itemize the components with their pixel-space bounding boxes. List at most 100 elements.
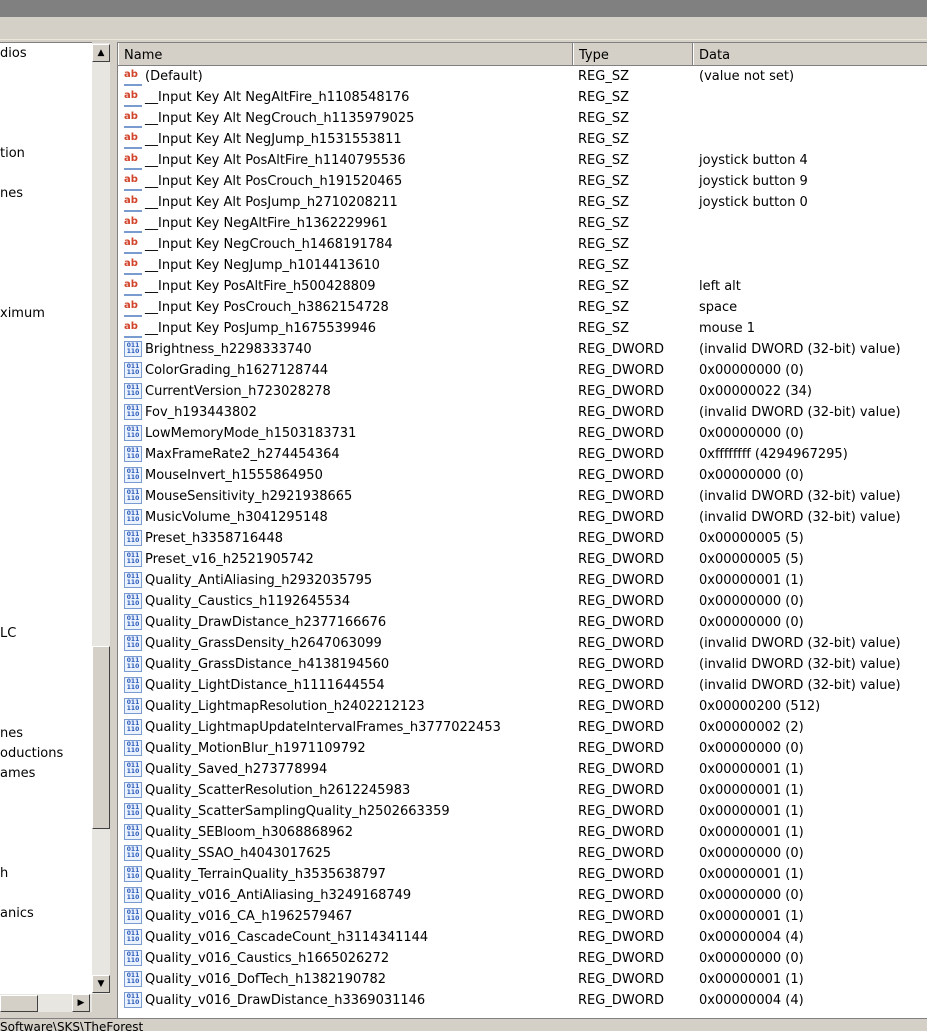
table-row[interactable]: 011 110 MaxFrameRate2_h274454364 REG_DWORD 0… [118, 444, 927, 465]
string-value-icon: ab [124, 278, 142, 296]
value-name: MouseSensitivity_h2921938665 [145, 489, 353, 504]
dword-value-icon: 011 110 [124, 950, 142, 966]
tree-item[interactable]: nes [0, 186, 23, 201]
table-row[interactable]: 011 110 Quality_AntiAliasing_h2932035795 RE… [118, 570, 927, 591]
tree-item[interactable]: ames [0, 766, 35, 781]
table-row[interactable]: 011 110 ColorGrading_h1627128744 REG_DWORD 0… [118, 360, 927, 381]
string-value-icon: ab [124, 215, 142, 233]
table-row[interactable]: ab __Input Key PosCrouch_h3862154728 REG_S… [118, 297, 927, 318]
table-row[interactable]: 011 110 Quality_Caustics_h1192645534 REG_DW… [118, 591, 927, 612]
column-header-name[interactable]: Name [118, 43, 573, 65]
scroll-right-arrow-icon[interactable]: ▶ [72, 994, 90, 1012]
table-row[interactable]: 011 110 Brightness_h2298333740 REG_DWORD (in… [118, 339, 927, 360]
dword-value-icon: 011 110 [124, 404, 142, 420]
value-name: Preset_h3358716448 [145, 531, 283, 546]
table-row[interactable]: ab __Input Key Alt PosAltFire_h1140795536… [118, 150, 927, 171]
value-name: Quality_v016_CascadeCount_h3114341144 [145, 930, 429, 945]
value-name: __Input Key NegCrouch_h1468191784 [145, 237, 393, 252]
table-row[interactable]: ab (Default) REG_SZ (value not set) [118, 66, 927, 87]
table-row[interactable]: 011 110 Quality_MotionBlur_h1971109792 REG_… [118, 738, 927, 759]
table-row[interactable]: ab __Input Key Alt PosJump_h2710208211 REG… [118, 192, 927, 213]
table-row[interactable]: 011 110 MouseInvert_h1555864950 REG_DWORD 0x… [118, 465, 927, 486]
table-row[interactable]: ab __Input Key Alt PosCrouch_h191520465 RE… [118, 171, 927, 192]
table-row[interactable]: 011 110 MusicVolume_h3041295148 REG_DWORD (i… [118, 507, 927, 528]
scroll-up-arrow-icon[interactable]: ▲ [92, 44, 110, 62]
table-row[interactable]: ab __Input Key NegAltFire_h1362229961 REG_… [118, 213, 927, 234]
tree-horizontal-scrollbar[interactable]: ▶ [0, 994, 92, 1012]
dword-value-icon: 011 110 [124, 593, 142, 609]
table-row[interactable]: ab __Input Key PosJump_h1675539946 REG_SZ m… [118, 318, 927, 339]
tree-item[interactable]: ximum [0, 306, 45, 321]
table-row[interactable]: 011 110 Quality_v016_DrawDistance_h3369031… [118, 990, 927, 1011]
table-row[interactable]: ab __Input Key Alt NegAltFire_h1108548176… [118, 87, 927, 108]
tree-item[interactable]: oductions [0, 746, 63, 761]
table-row[interactable]: 011 110 Quality_v016_CA_h1962579467 REG_DWO… [118, 906, 927, 927]
table-row[interactable]: 011 110 Quality_SEBloom_h3068868962 REG_DWO… [118, 822, 927, 843]
table-row[interactable]: 011 110 Quality_LightmapUpdateIntervalFram… [118, 717, 927, 738]
table-row[interactable]: ab __Input Key NegJump_h1014413610 REG_SZ [118, 255, 927, 276]
table-row[interactable]: 011 110 LowMemoryMode_h1503183731 REG_DWORD… [118, 423, 927, 444]
value-name: MaxFrameRate2_h274454364 [145, 447, 340, 462]
table-row[interactable]: 011 110 Quality_GrassDistance_h4138194560 R… [118, 654, 927, 675]
dword-value-icon: 011 110 [124, 383, 142, 399]
table-row[interactable]: 011 110 Preset_v16_h2521905742 REG_DWORD 0x0… [118, 549, 927, 570]
value-name: __Input Key NegAltFire_h1362229961 [145, 216, 388, 231]
tree-item[interactable]: anics [0, 906, 34, 921]
string-value-icon: ab [124, 173, 142, 191]
table-row[interactable]: ab __Input Key PosAltFire_h500428809 REG_S… [118, 276, 927, 297]
dword-value-icon: 011 110 [124, 530, 142, 546]
table-row[interactable]: 011 110 Preset_h3358716448 REG_DWORD 0x00000… [118, 528, 927, 549]
table-row[interactable]: 011 110 MouseSensitivity_h2921938665 REG_DW… [118, 486, 927, 507]
tree-hscroll-thumb[interactable] [0, 995, 38, 1012]
value-type: REG_SZ [578, 153, 629, 168]
value-type: REG_DWORD [578, 384, 664, 399]
column-header-data[interactable]: Data [693, 43, 927, 65]
table-row[interactable]: 011 110 Quality_LightDistance_h1111644554 R… [118, 675, 927, 696]
table-row[interactable]: 011 110 Quality_ScatterSamplingQuality_h25… [118, 801, 927, 822]
tree-item[interactable]: dios [0, 46, 27, 61]
tree-item[interactable]: tion [0, 146, 25, 161]
value-name: Quality_AntiAliasing_h2932035795 [145, 573, 373, 588]
value-data: (invalid DWORD (32-bit) value) [699, 489, 901, 504]
table-row[interactable]: 011 110 Quality_TerrainQuality_h3535638797… [118, 864, 927, 885]
key-tree[interactable]: dios tion nes ximum LC nes oductions ame… [0, 42, 92, 994]
dword-value-icon: 011 110 [124, 572, 142, 588]
table-row[interactable]: ab __Input Key NegCrouch_h1468191784 REG_S… [118, 234, 927, 255]
value-type: REG_DWORD [578, 447, 664, 462]
table-row[interactable]: 011 110 Quality_Saved_h273778994 REG_DWORD 0… [118, 759, 927, 780]
column-header-type[interactable]: Type [573, 43, 693, 65]
table-row[interactable]: ab __Input Key Alt NegCrouch_h1135979025 R… [118, 108, 927, 129]
tree-scroll-thumb[interactable] [92, 646, 110, 829]
value-name: __Input Key Alt PosCrouch_h191520465 [145, 174, 403, 189]
tree-item[interactable]: h [0, 866, 8, 881]
value-type: REG_DWORD [578, 846, 664, 861]
string-value-icon: ab [124, 299, 142, 317]
tree-item[interactable]: nes [0, 726, 23, 741]
tree-item[interactable]: LC [0, 626, 16, 641]
dword-value-icon: 011 110 [124, 782, 142, 798]
dword-value-icon: 011 110 [124, 740, 142, 756]
dword-value-icon: 011 110 [124, 341, 142, 357]
tree-vertical-scrollbar[interactable]: ▲ ▼ [92, 43, 110, 994]
table-row[interactable]: 011 110 CurrentVersion_h723028278 REG_DWORD… [118, 381, 927, 402]
table-row[interactable]: 011 110 Quality_SSAO_h4043017625 REG_DWORD 0… [118, 843, 927, 864]
table-row[interactable]: 011 110 Quality_v016_DofTech_h1382190782 RE… [118, 969, 927, 990]
dword-value-icon: 011 110 [124, 803, 142, 819]
dword-value-icon: 011 110 [124, 656, 142, 672]
table-row[interactable]: 011 110 Quality_v016_Caustics_h1665026272 R… [118, 948, 927, 969]
string-value-icon: ab [124, 320, 142, 338]
dword-value-icon: 011 110 [124, 761, 142, 777]
table-row[interactable]: 011 110 Quality_v016_AntiAliasing_h3249168… [118, 885, 927, 906]
value-type: REG_SZ [578, 237, 629, 252]
table-row[interactable]: 011 110 Quality_GrassDensity_h2647063099 RE… [118, 633, 927, 654]
table-row[interactable]: 011 110 Quality_ScatterResolution_h2612245… [118, 780, 927, 801]
table-row[interactable]: 011 110 Quality_v016_CascadeCount_h3114341… [118, 927, 927, 948]
scroll-down-arrow-icon[interactable]: ▼ [92, 975, 110, 993]
value-type: REG_DWORD [578, 867, 664, 882]
table-row[interactable]: 011 110 Quality_DrawDistance_h2377166676 RE… [118, 612, 927, 633]
table-row[interactable]: 011 110 Fov_h193443802 REG_DWORD (invalid DW… [118, 402, 927, 423]
value-name: Quality_v016_CA_h1962579467 [145, 909, 353, 924]
table-row[interactable]: ab __Input Key Alt NegJump_h1531553811 REG… [118, 129, 927, 150]
value-name: __Input Key PosJump_h1675539946 [145, 321, 377, 336]
table-row[interactable]: 011 110 Quality_LightmapResolution_h240221… [118, 696, 927, 717]
